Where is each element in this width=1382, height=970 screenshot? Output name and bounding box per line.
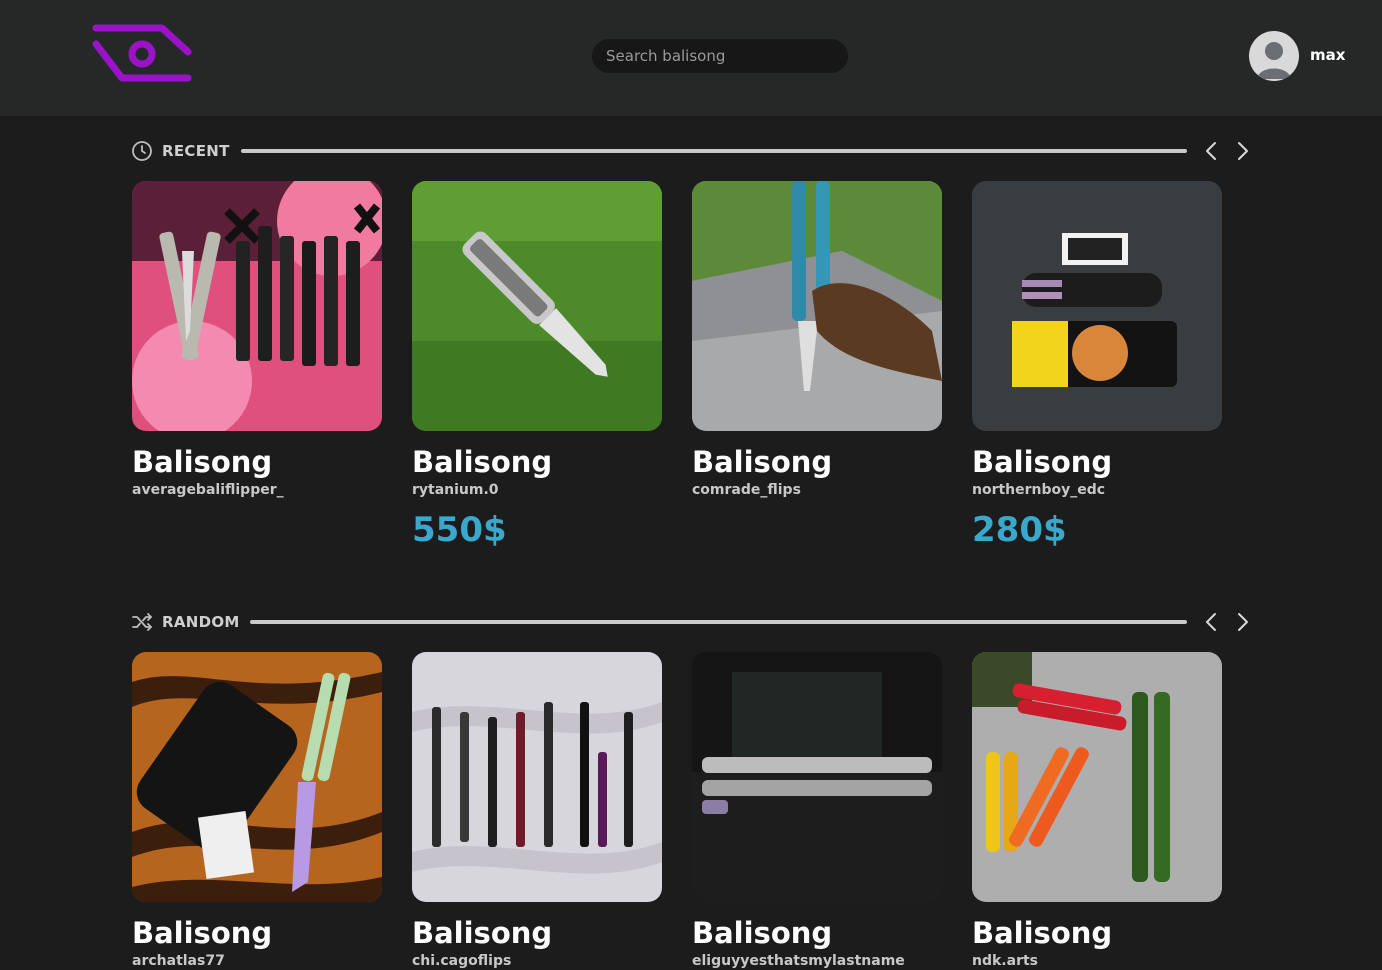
listing-card[interactable]: Balisong rytanium.0 550$	[412, 181, 662, 550]
shuffle-icon	[131, 611, 153, 633]
listing-photo[interactable]	[692, 652, 942, 902]
listing-card[interactable]: Balisong averagebaliflipper_	[132, 181, 382, 498]
listing-title[interactable]: Balisong	[692, 916, 832, 950]
section-divider	[241, 149, 1187, 153]
listing-seller[interactable]: eliguyyesthatsmylastname	[692, 953, 905, 969]
listing-card[interactable]: Balisong northernboy_edc 280$	[972, 181, 1222, 550]
listing-title[interactable]: Balisong	[972, 445, 1112, 479]
listing-seller[interactable]: archatlas77	[132, 953, 225, 969]
listing-card[interactable]: Balisong chi.cagoflips	[412, 652, 662, 969]
listing-seller[interactable]: comrade_flips	[692, 482, 801, 498]
user-avatar-icon[interactable]	[1249, 31, 1299, 81]
search-bar[interactable]	[592, 39, 848, 73]
listing-photo[interactable]	[412, 181, 662, 431]
section-title: RANDOM	[162, 613, 240, 631]
listing-seller[interactable]: ndk.arts	[972, 953, 1038, 969]
listing-price: 280$	[972, 510, 1067, 550]
listing-card[interactable]: Balisong ndk.arts	[972, 652, 1222, 969]
listing-seller[interactable]: rytanium.0	[412, 482, 499, 498]
listing-card[interactable]: Balisong comrade_flips	[692, 181, 942, 498]
username-label[interactable]: max	[1310, 46, 1345, 64]
section-title: RECENT	[162, 142, 230, 160]
listing-title[interactable]: Balisong	[132, 445, 272, 479]
listing-seller[interactable]: northernboy_edc	[972, 482, 1105, 498]
listing-title[interactable]: Balisong	[972, 916, 1112, 950]
listing-photo[interactable]	[692, 181, 942, 431]
listing-photo[interactable]	[972, 181, 1222, 431]
chevron-left-icon[interactable]	[1201, 140, 1223, 162]
listing-title[interactable]: Balisong	[412, 916, 552, 950]
listing-photo[interactable]	[412, 652, 662, 902]
search-input[interactable]	[606, 47, 836, 65]
listing-title[interactable]: Balisong	[692, 445, 832, 479]
clock-icon	[131, 140, 153, 162]
top-bar: max	[0, 0, 1382, 116]
listing-seller[interactable]: averagebaliflipper_	[132, 482, 284, 498]
listing-title[interactable]: Balisong	[412, 445, 552, 479]
listing-title[interactable]: Balisong	[132, 916, 272, 950]
chevron-left-icon[interactable]	[1201, 611, 1223, 633]
section-divider	[250, 620, 1187, 624]
listing-price: 550$	[412, 510, 507, 550]
section-header-random: RANDOM	[131, 610, 1251, 634]
listing-card[interactable]: Balisong archatlas77	[132, 652, 382, 969]
chevron-right-icon[interactable]	[1231, 611, 1253, 633]
section-header-recent: RECENT	[131, 139, 1251, 163]
listing-photo[interactable]	[972, 652, 1222, 902]
eye-logo-icon[interactable]	[92, 22, 192, 86]
chevron-right-icon[interactable]	[1231, 140, 1253, 162]
listing-photo[interactable]	[132, 652, 382, 902]
listing-seller[interactable]: chi.cagoflips	[412, 953, 511, 969]
listing-photo[interactable]	[132, 181, 382, 431]
listing-card[interactable]: Balisong eliguyyesthatsmylastname	[692, 652, 942, 969]
